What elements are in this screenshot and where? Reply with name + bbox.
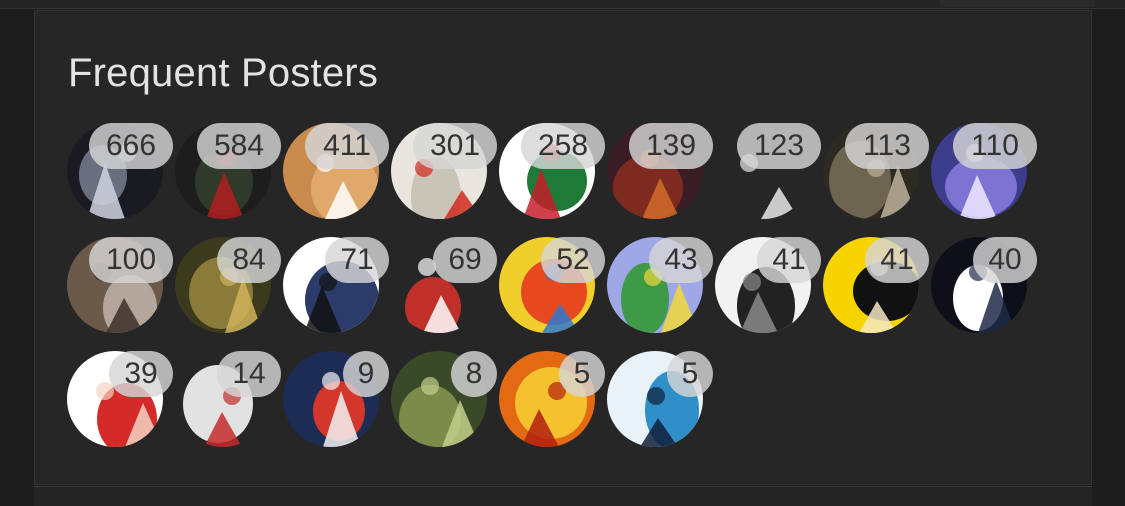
poster-avatar-link[interactable]: 8 — [391, 351, 497, 447]
post-count-badge: 8 — [451, 351, 497, 397]
poster-avatar-link[interactable]: 43 — [607, 237, 713, 333]
poster-avatar-link[interactable]: 411 — [283, 123, 389, 219]
poster-avatar-link[interactable]: 14 — [175, 351, 281, 447]
post-count-badge: 69 — [433, 237, 497, 283]
post-count-badge: 9 — [343, 351, 389, 397]
post-count-badge: 41 — [757, 237, 821, 283]
poster-avatar-link[interactable]: 52 — [499, 237, 605, 333]
poster-avatar-link[interactable]: 39 — [67, 351, 173, 447]
poster-avatar-link[interactable]: 110 — [931, 123, 1037, 219]
poster-avatar-link[interactable]: 9 — [283, 351, 389, 447]
post-count-badge: 301 — [413, 123, 497, 169]
widget-title: Frequent Posters — [68, 51, 379, 95]
post-count-badge: 139 — [629, 123, 713, 169]
post-count-badge: 14 — [217, 351, 281, 397]
poster-avatar-link[interactable]: 100 — [67, 237, 173, 333]
frequent-posters-widget: Frequent Posters 666 584 411 301 258 139 123 11… — [34, 10, 1092, 485]
poster-avatar-link[interactable]: 41 — [823, 237, 929, 333]
post-count-badge: 5 — [559, 351, 605, 397]
top-strip — [0, 0, 1125, 9]
poster-avatar-link[interactable]: 69 — [391, 237, 497, 333]
post-count-badge: 258 — [521, 123, 605, 169]
poster-avatar-link[interactable]: 71 — [283, 237, 389, 333]
poster-avatar-link[interactable]: 584 — [175, 123, 281, 219]
post-count-badge: 666 — [89, 123, 173, 169]
post-count-badge: 113 — [845, 123, 929, 169]
post-count-badge: 411 — [305, 123, 389, 169]
poster-avatar-link[interactable]: 41 — [715, 237, 821, 333]
tab-edge — [940, 0, 1095, 7]
poster-avatar-link[interactable]: 5 — [607, 351, 713, 447]
post-count-badge: 39 — [109, 351, 173, 397]
post-count-badge: 5 — [667, 351, 713, 397]
poster-avatar-link[interactable]: 258 — [499, 123, 605, 219]
post-count-badge: 40 — [973, 237, 1037, 283]
post-count-badge: 43 — [649, 237, 713, 283]
poster-avatar-link[interactable]: 84 — [175, 237, 281, 333]
post-count-badge: 584 — [197, 123, 281, 169]
poster-avatar-link[interactable]: 5 — [499, 351, 605, 447]
post-count-badge: 71 — [325, 237, 389, 283]
post-count-badge: 52 — [541, 237, 605, 283]
post-count-badge: 41 — [865, 237, 929, 283]
post-count-badge: 123 — [737, 123, 821, 169]
poster-avatar-link[interactable]: 666 — [67, 123, 173, 219]
post-count-badge: 110 — [953, 123, 1037, 169]
poster-avatar-link[interactable]: 139 — [607, 123, 713, 219]
poster-avatar-link[interactable]: 113 — [823, 123, 929, 219]
poster-avatar-link[interactable]: 123 — [715, 123, 821, 219]
poster-avatar-link[interactable]: 40 — [931, 237, 1037, 333]
post-count-badge: 100 — [89, 237, 173, 283]
bottom-strip — [34, 486, 1092, 506]
post-count-badge: 84 — [217, 237, 281, 283]
poster-avatar-link[interactable]: 301 — [391, 123, 497, 219]
